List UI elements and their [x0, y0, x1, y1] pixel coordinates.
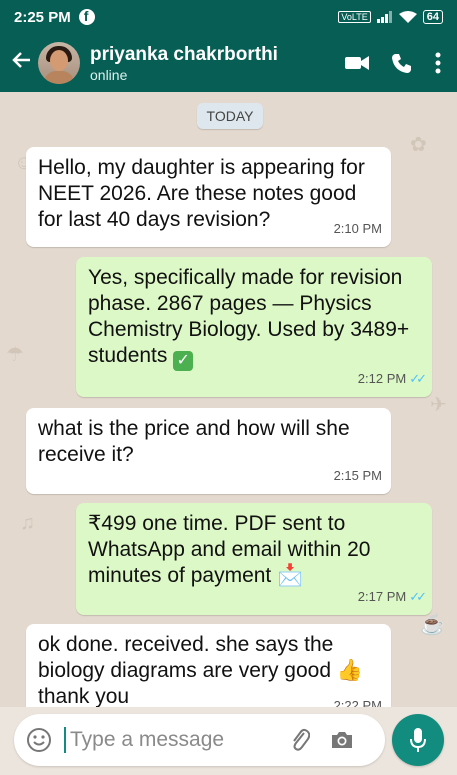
- message-meta: 2:10 PM: [334, 216, 382, 242]
- message-input[interactable]: [68, 727, 272, 753]
- contact-status: online: [90, 66, 128, 83]
- volte-icon: VoLTE: [338, 11, 371, 23]
- attach-icon[interactable]: [290, 727, 310, 753]
- incoming-message[interactable]: ok done. received. she says the biology …: [26, 624, 391, 707]
- message-text: Hello, my daughter is appearing for NEET…: [38, 156, 365, 231]
- check-mark-emoji-icon: ✓: [173, 351, 194, 371]
- contact-info[interactable]: priyanka chakrborthi online: [90, 44, 278, 83]
- text-caret: [64, 727, 66, 753]
- incoming-message[interactable]: Hello, my daughter is appearing for NEET…: [26, 147, 391, 247]
- outgoing-message[interactable]: Yes, specifically made for revision phas…: [76, 257, 432, 397]
- thumbs-up-emoji-icon: 👍: [336, 659, 363, 682]
- outgoing-message[interactable]: ₹499 one time. PDF sent to WhatsApp and …: [76, 503, 432, 615]
- message-meta: 2:15 PM: [334, 463, 382, 489]
- wallpaper-doodle: ♫: [20, 512, 35, 534]
- message-time: 2:17 PM: [357, 589, 407, 604]
- incoming-message[interactable]: what is the price and how will she recei…: [26, 408, 391, 494]
- date-chip: TODAY: [197, 103, 263, 129]
- wallpaper-doodle: ✿: [410, 134, 427, 156]
- message-text-continued: thank you: [38, 685, 130, 707]
- message-text: ₹499 one time. PDF sent to WhatsApp and …: [88, 512, 371, 587]
- status-time: 2:25 PM: [14, 8, 71, 26]
- wallpaper-doodle: ☂: [6, 344, 24, 366]
- camera-icon[interactable]: [330, 730, 354, 750]
- wallpaper-doodle: ✈: [430, 394, 447, 416]
- message-text: what is the price and how will she recei…: [38, 417, 350, 466]
- message-time: 2:10 PM: [333, 221, 382, 236]
- message-text: ok done. received. she says the biology …: [38, 633, 334, 682]
- video-call-icon[interactable]: [345, 55, 369, 71]
- voice-call-icon[interactable]: [391, 52, 413, 74]
- read-ticks-icon: ✓✓: [409, 589, 427, 604]
- signal-icon: [376, 11, 392, 23]
- status-bar: 2:25 PM VoLTE 64: [0, 0, 457, 34]
- contact-name: priyanka chakrborthi: [90, 43, 278, 65]
- chat-header: priyanka chakrborthi online: [0, 34, 457, 92]
- more-options-icon[interactable]: [435, 52, 441, 74]
- message-composer: [14, 714, 385, 766]
- facebook-icon: [78, 8, 95, 25]
- message-text: Yes, specifically made for revision phas…: [88, 266, 410, 367]
- back-arrow-icon[interactable]: [4, 49, 38, 78]
- mic-icon: [410, 728, 426, 752]
- wallpaper-doodle: ☕: [420, 614, 445, 636]
- status-icons: VoLTE 64: [338, 10, 443, 24]
- envelope-emoji-icon: 📩: [277, 564, 304, 587]
- emoji-icon[interactable]: [26, 727, 52, 753]
- message-meta: 2:17 PM ✓✓: [357, 584, 427, 610]
- read-ticks-icon: ✓✓: [409, 371, 427, 386]
- avatar[interactable]: [38, 42, 80, 84]
- message-time: 2:12 PM: [357, 371, 407, 386]
- chat-area[interactable]: ☺ ✿ ☂ ✈ ♫ ☕ TODAY Hello, my daughter is …: [0, 92, 457, 707]
- message-meta: 2:12 PM ✓✓: [357, 366, 427, 392]
- message-meta: 2:22 PM: [334, 693, 382, 707]
- battery-icon: 64: [422, 10, 443, 24]
- message-time: 2:22 PM: [333, 698, 382, 707]
- message-time: 2:15 PM: [333, 468, 382, 483]
- mic-button[interactable]: [392, 714, 444, 766]
- wifi-icon: [398, 10, 417, 23]
